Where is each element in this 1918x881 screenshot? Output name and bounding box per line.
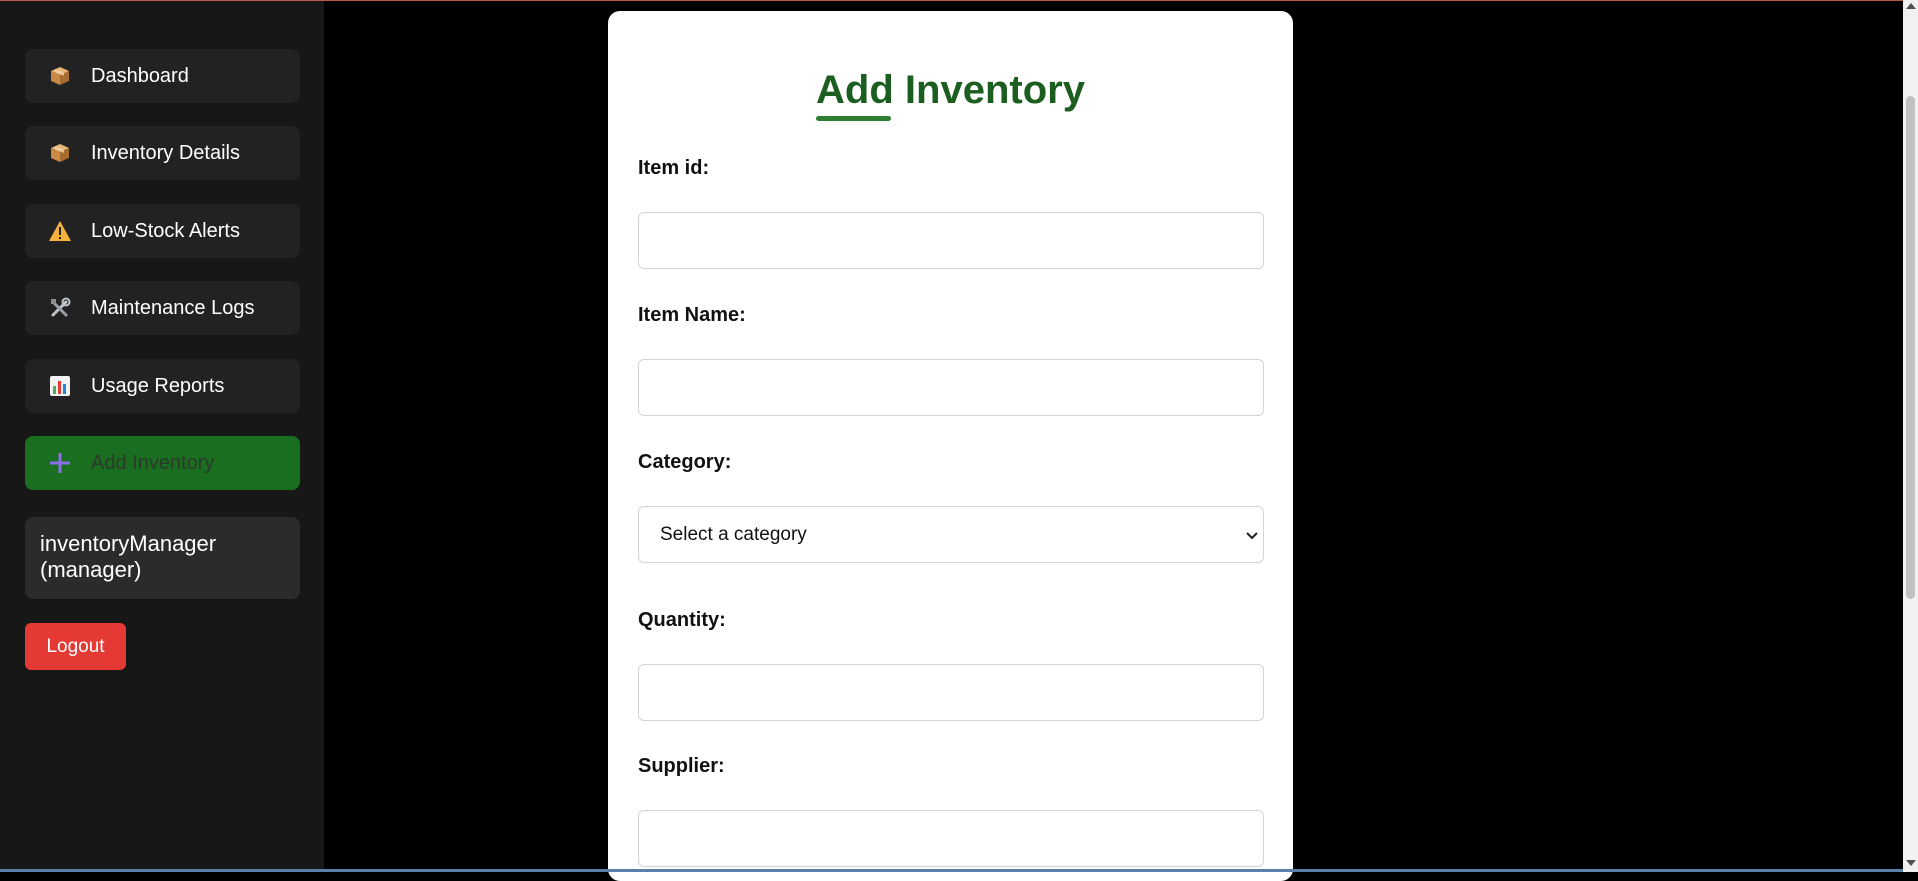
item-id-label: Item id:	[638, 157, 710, 179]
tools-icon	[47, 295, 73, 321]
add-inventory-form: Add Inventory Item id: Item Name: Catego…	[608, 11, 1293, 881]
sidebar-item-label: Dashboard	[91, 64, 189, 87]
category-selected-value: Select a category	[660, 523, 807, 545]
scrollbar-thumb[interactable]	[1906, 96, 1915, 599]
scroll-up-arrow-icon[interactable]	[1906, 3, 1916, 9]
item-id-input[interactable]	[638, 212, 1264, 269]
sidebar-item-usage-reports[interactable]: Usage Reports	[25, 359, 300, 413]
supplier-input[interactable]	[638, 810, 1264, 867]
sidebar-item-label: Inventory Details	[91, 141, 240, 164]
sidebar-item-dashboard[interactable]: Dashboard	[25, 49, 300, 103]
quantity-label: Quantity:	[638, 609, 726, 631]
sidebar-item-label: Usage Reports	[91, 374, 225, 397]
user-role: (manager)	[40, 557, 142, 582]
sidebar-item-label: Add Inventory	[91, 451, 215, 474]
category-label: Category:	[638, 451, 732, 473]
sidebar-item-add-inventory[interactable]: Add Inventory	[25, 436, 300, 490]
item-name-input[interactable]	[638, 359, 1264, 416]
supplier-label: Supplier:	[638, 755, 725, 777]
quantity-input[interactable]	[638, 664, 1264, 721]
sidebar-item-maintenance-logs[interactable]: Maintenance Logs	[25, 281, 300, 335]
sidebar-item-inventory-details[interactable]: Inventory Details	[25, 126, 300, 180]
scroll-down-arrow-icon[interactable]	[1906, 860, 1916, 866]
category-select[interactable]: Select a category	[638, 506, 1264, 563]
warning-icon	[47, 218, 73, 244]
sidebar-item-label: Maintenance Logs	[91, 296, 255, 319]
user-info: inventoryManager (manager)	[25, 517, 300, 599]
title-underline	[816, 116, 891, 121]
user-name: inventoryManager	[40, 531, 217, 556]
sidebar: Dashboard Inventory Details Low-Stock Al…	[0, 1, 324, 869]
logout-button[interactable]: Logout	[25, 623, 126, 670]
package-icon	[47, 63, 73, 89]
chevron-down-icon	[1246, 527, 1258, 543]
item-name-label: Item Name:	[638, 304, 746, 326]
package-icon	[47, 140, 73, 166]
plus-icon	[47, 450, 73, 476]
bar-chart-icon	[47, 373, 73, 399]
page-title: Add Inventory	[816, 68, 1085, 112]
sidebar-item-label: Low-Stock Alerts	[91, 219, 240, 242]
sidebar-item-low-stock-alerts[interactable]: Low-Stock Alerts	[25, 204, 300, 258]
